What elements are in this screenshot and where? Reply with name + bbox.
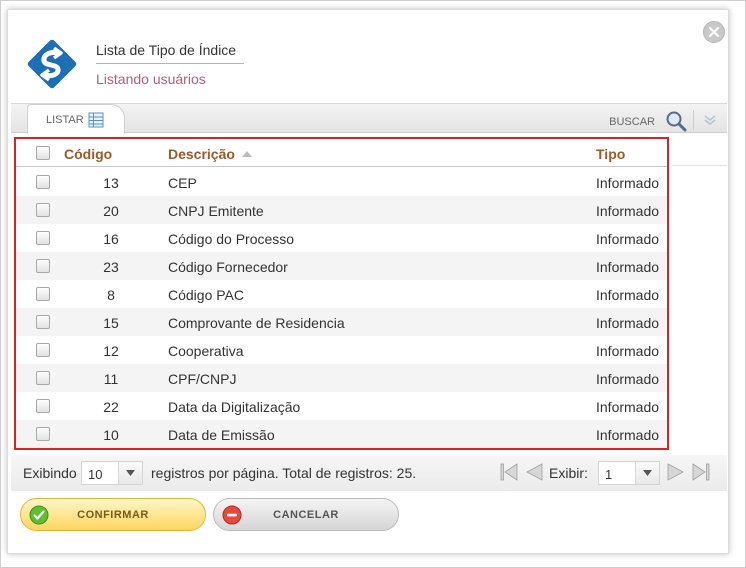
row-checkbox[interactable] bbox=[36, 287, 50, 301]
cell-description: Código Fornecedor bbox=[168, 259, 288, 275]
cell-type: Informado bbox=[596, 427, 660, 443]
cell-type: Informado bbox=[596, 203, 660, 219]
table-row[interactable]: 20 CNPJ Emitente Informado bbox=[16, 196, 667, 224]
tab-listar-label: LISTAR bbox=[46, 113, 84, 126]
cell-type: Informado bbox=[596, 315, 660, 331]
cell-type: Informado bbox=[596, 371, 660, 387]
table-row[interactable]: 22 Data da Digitalização Informado bbox=[16, 392, 667, 420]
page-dropdown-button[interactable] bbox=[635, 462, 659, 484]
next-page-icon[interactable] bbox=[665, 461, 687, 483]
cell-type: Informado bbox=[596, 175, 660, 191]
select-all-checkbox[interactable] bbox=[36, 146, 50, 160]
cell-code: 10 bbox=[103, 427, 119, 443]
cell-type: Informado bbox=[596, 259, 660, 275]
table-row[interactable]: 15 Comprovante de Residencia Informado bbox=[16, 308, 667, 336]
total-records: 25. bbox=[396, 465, 417, 481]
row-checkbox[interactable] bbox=[36, 259, 50, 273]
search-tab-label[interactable]: BUSCAR bbox=[609, 116, 655, 128]
last-page-icon[interactable] bbox=[689, 461, 711, 483]
close-button[interactable] bbox=[703, 21, 725, 43]
cell-description: CEP bbox=[168, 175, 197, 191]
cell-type: Informado bbox=[596, 231, 660, 247]
table-row[interactable]: 11 CPF/CNPJ Informado bbox=[16, 364, 667, 392]
title-underline bbox=[96, 63, 244, 64]
cell-description: Cooperativa bbox=[168, 343, 244, 359]
table-row[interactable]: 16 Código do Processo Informado bbox=[16, 224, 667, 252]
confirm-label: CONFIRMAR bbox=[77, 509, 149, 521]
records-summary: registros por página. Total de registros… bbox=[151, 465, 416, 481]
row-checkbox[interactable] bbox=[36, 315, 50, 329]
table-row[interactable]: 10 Data de Emissão Informado bbox=[16, 420, 667, 448]
showing-label: Exibindo bbox=[23, 465, 77, 481]
row-checkbox[interactable] bbox=[36, 231, 50, 245]
cell-description: Comprovante de Residencia bbox=[168, 315, 345, 331]
row-checkbox[interactable] bbox=[36, 343, 50, 357]
per-page-dropdown-button[interactable] bbox=[118, 462, 142, 484]
per-page-suffix: registros por página. Total de registros… bbox=[151, 465, 393, 481]
tabbar-divider bbox=[693, 110, 694, 130]
cancel-button[interactable]: CANCELAR bbox=[213, 498, 399, 531]
previous-page-icon[interactable] bbox=[523, 461, 545, 483]
cell-code: 13 bbox=[103, 175, 119, 191]
grid-area: Código Descrição Tipo 13 CEP Informado 20 CN… bbox=[11, 135, 727, 450]
cell-type: Informado bbox=[596, 399, 660, 415]
per-page-select[interactable]: 10 bbox=[81, 461, 143, 485]
cell-description: Código PAC bbox=[168, 287, 245, 303]
tab-listar[interactable]: LISTAR bbox=[27, 104, 125, 134]
table-overflow-strip bbox=[672, 135, 727, 450]
first-page-icon[interactable] bbox=[499, 461, 521, 483]
column-header-description[interactable]: Descrição bbox=[168, 146, 253, 162]
page-label: Exibir: bbox=[549, 465, 588, 481]
table-row[interactable]: 23 Código Fornecedor Informado bbox=[16, 252, 667, 280]
cell-type: Informado bbox=[596, 287, 660, 303]
row-checkbox[interactable] bbox=[36, 371, 50, 385]
cell-code: 23 bbox=[103, 259, 119, 275]
cell-code: 20 bbox=[103, 203, 119, 219]
table-row[interactable]: 8 Código PAC Informado bbox=[16, 280, 667, 308]
sort-ascending-icon bbox=[241, 151, 252, 157]
chevron-down-icon bbox=[643, 470, 652, 476]
column-header-description-label: Descrição bbox=[168, 146, 235, 162]
cancel-label: CANCELAR bbox=[273, 509, 339, 521]
search-icon[interactable] bbox=[665, 110, 687, 132]
cell-description: Data de Emissão bbox=[168, 427, 275, 443]
table-row[interactable]: 12 Cooperativa Informado bbox=[16, 336, 667, 364]
double-chevron-down-icon[interactable] bbox=[703, 114, 717, 126]
per-page-value: 10 bbox=[88, 467, 103, 482]
strip-line bbox=[672, 165, 727, 166]
chevron-down-icon bbox=[126, 470, 135, 476]
confirm-button[interactable]: CONFIRMAR bbox=[20, 498, 206, 531]
cell-description: CPF/CNPJ bbox=[168, 371, 237, 387]
row-checkbox[interactable] bbox=[36, 175, 50, 189]
cell-description: Código do Processo bbox=[168, 231, 295, 247]
page-title: Lista de Tipo de Índice bbox=[96, 42, 237, 58]
tab-bar: LISTAR BUSCAR bbox=[11, 103, 727, 134]
cell-code: 8 bbox=[107, 287, 115, 303]
app-logo-icon bbox=[27, 39, 77, 89]
row-checkbox[interactable] bbox=[36, 427, 50, 441]
row-checkbox[interactable] bbox=[36, 203, 50, 217]
table-header: Código Descrição Tipo bbox=[16, 139, 667, 167]
cell-code: 22 bbox=[103, 399, 119, 415]
cell-code: 15 bbox=[103, 315, 119, 331]
page-select[interactable]: 1 bbox=[598, 461, 660, 485]
page-subtitle: Listando usuários bbox=[96, 71, 206, 87]
cell-type: Informado bbox=[596, 343, 660, 359]
records-table: Código Descrição Tipo 13 CEP Informado 20 CN… bbox=[14, 137, 669, 450]
dialog-window: Lista de Tipo de Índice Listando usuário… bbox=[7, 9, 729, 554]
column-header-type[interactable]: Tipo bbox=[596, 146, 625, 162]
cell-description: CNPJ Emitente bbox=[168, 203, 264, 219]
cell-code: 16 bbox=[103, 231, 119, 247]
column-header-code[interactable]: Código bbox=[64, 146, 112, 162]
cell-description: Data da Digitalização bbox=[168, 399, 301, 415]
close-icon bbox=[708, 26, 720, 38]
grid-list-icon bbox=[88, 112, 104, 127]
page-value: 1 bbox=[605, 467, 613, 482]
cell-code: 12 bbox=[103, 343, 119, 359]
table-row[interactable]: 13 CEP Informado bbox=[16, 168, 667, 196]
screen-frame: Lista de Tipo de Índice Listando usuário… bbox=[0, 0, 746, 568]
pagination-bar: Exibindo 10 registros por página. Total … bbox=[11, 455, 727, 491]
row-checkbox[interactable] bbox=[36, 399, 50, 413]
cell-code: 11 bbox=[103, 371, 119, 387]
